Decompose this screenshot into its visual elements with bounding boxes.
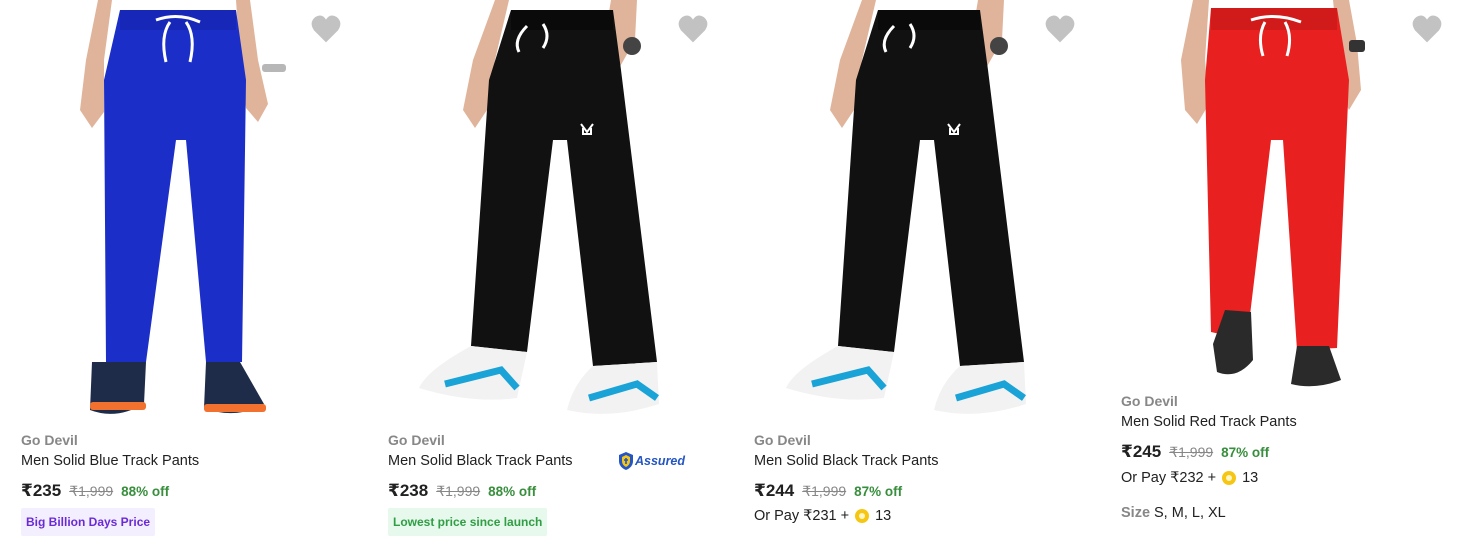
selling-price: ₹235 xyxy=(21,481,62,500)
price-row: ₹235 ₹1,999 88% off xyxy=(21,481,169,501)
selling-price: ₹244 xyxy=(754,481,795,500)
coin-count: 13 xyxy=(875,508,892,524)
product-title[interactable]: Men Solid Black Track Pants xyxy=(754,453,939,469)
wishlist-button[interactable] xyxy=(310,14,342,44)
size-values: S, M, L, XL xyxy=(1154,505,1226,521)
discount-percent: 87% off xyxy=(1221,445,1270,460)
product-title[interactable]: Men Solid Red Track Pants xyxy=(1121,414,1297,430)
product-card-1[interactable]: Go Devil Men Solid Blue Track Pants ₹235… xyxy=(0,0,366,540)
product-image-3[interactable] xyxy=(734,0,1100,420)
pay-with-text: Or Pay ₹232 + xyxy=(1121,470,1217,486)
heart-icon xyxy=(678,15,708,43)
available-sizes: Size S, M, L, XL xyxy=(1121,505,1226,521)
pay-with-coins: Or Pay ₹231 + 13 xyxy=(754,508,891,524)
assured-badge: Assured xyxy=(618,452,685,470)
product-card-2[interactable]: Go Devil Men Solid Black Track Pants Ass… xyxy=(367,0,733,540)
discount-percent: 88% off xyxy=(121,484,170,499)
product-title[interactable]: Men Solid Blue Track Pants xyxy=(21,453,199,469)
product-brand: Go Devil xyxy=(21,432,78,448)
product-image-2[interactable] xyxy=(367,0,733,420)
product-brand: Go Devil xyxy=(388,432,445,448)
price-row: ₹244 ₹1,999 87% off xyxy=(754,481,902,501)
selling-price: ₹245 xyxy=(1121,442,1162,461)
pay-with-text: Or Pay ₹231 + xyxy=(754,508,850,524)
price-row: ₹238 ₹1,999 88% off xyxy=(388,481,536,501)
wishlist-button[interactable] xyxy=(1411,14,1443,44)
supercoin-icon xyxy=(855,509,870,523)
product-card-3[interactable]: Go Devil Men Solid Black Track Pants ₹24… xyxy=(734,0,1100,540)
product-image-1[interactable] xyxy=(0,0,366,420)
assured-shield-icon xyxy=(619,452,633,470)
heart-icon xyxy=(1412,15,1442,43)
pay-with-coins: Or Pay ₹232 + 13 xyxy=(1121,470,1258,486)
assured-label: Assured xyxy=(635,454,686,468)
size-label: Size xyxy=(1121,505,1151,521)
offer-tag: Lowest price since launch xyxy=(388,508,548,536)
original-price: ₹1,999 xyxy=(69,483,114,499)
product-brand: Go Devil xyxy=(754,432,811,448)
discount-percent: 87% off xyxy=(854,484,903,499)
product-card-4[interactable]: Go Devil Men Solid Red Track Pants ₹245 … xyxy=(1101,0,1462,540)
product-brand: Go Devil xyxy=(1121,393,1178,409)
product-title[interactable]: Men Solid Black Track Pants xyxy=(388,453,573,469)
wishlist-button[interactable] xyxy=(1044,14,1076,44)
discount-percent: 88% off xyxy=(488,484,537,499)
wishlist-button[interactable] xyxy=(677,14,709,44)
supercoin-icon xyxy=(1222,471,1237,485)
original-price: ₹1,999 xyxy=(1169,444,1214,460)
offer-tag: Big Billion Days Price xyxy=(21,508,156,536)
product-image-4[interactable] xyxy=(1101,0,1462,420)
original-price: ₹1,999 xyxy=(436,483,481,499)
heart-icon xyxy=(311,15,341,43)
price-row: ₹245 ₹1,999 87% off xyxy=(1121,442,1269,462)
selling-price: ₹238 xyxy=(388,481,429,500)
coin-count: 13 xyxy=(1242,470,1259,486)
heart-icon xyxy=(1045,15,1075,43)
original-price: ₹1,999 xyxy=(802,483,847,499)
